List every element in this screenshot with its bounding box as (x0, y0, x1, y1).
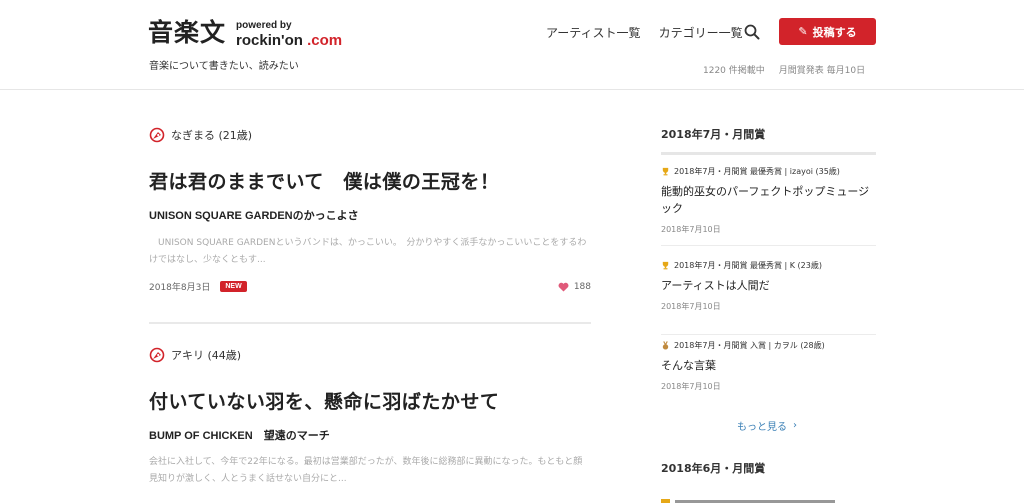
logo-powered-by: powered by rockin'on .com (236, 20, 342, 49)
partial-award-row (661, 499, 835, 503)
main-nav: アーティスト一覧 カテゴリー一覧 (546, 24, 761, 41)
award-label-text: 2018年7月・月間賞 最優秀賞 | izayoi (35歳) (674, 167, 840, 176)
site-header: 音楽文 powered by rockin'on .com 音楽について書きたい… (0, 0, 1024, 90)
article-subtitle: UNISON SQUARE GARDENのかっこよさ (149, 210, 359, 222)
award-title[interactable]: アーティストは人間だ (661, 277, 876, 294)
more-link-label: もっと見る (737, 422, 787, 433)
award-label: 2018年7月・月間賞 最優秀賞 | izayoi (35歳) (661, 166, 876, 177)
like-count-value: 188 (573, 281, 591, 292)
pen-nib-icon (149, 127, 165, 143)
more-awards-link[interactable]: もっと見る › (737, 418, 797, 433)
award-title[interactable]: 能動的巫女のパーフェクトポップミュージック (661, 183, 876, 217)
rockinon-text: rockin'on .com (236, 33, 342, 48)
award-label-text: 2018年7月・月間賞 入賞 | カヲル (28歳) (674, 341, 825, 350)
award-label: 2018年7月・月間賞 入賞 | カヲル (28歳) (661, 340, 876, 351)
award-title[interactable]: そんな言葉 (661, 357, 876, 374)
award-month-heading: 2018年6月・月間賞 (661, 462, 766, 475)
article-subtitle: BUMP OF CHICKEN 望遠のマーチ (149, 430, 330, 442)
award-schedule: 月間賞発表 毎月10日 (778, 66, 866, 76)
award-item[interactable]: 2018年7月・月間賞 最優秀賞 | K (23歳) アーティストは人間だ 20… (661, 260, 876, 335)
award-date: 2018年7月10日 (661, 225, 721, 234)
article-excerpt: UNISON SQUARE GARDENというバンドは、かっこいい。 分かりやす… (149, 238, 587, 265)
nav-category-list[interactable]: カテゴリー一覧 (659, 24, 743, 41)
trophy-icon (662, 167, 669, 176)
article-author[interactable]: なぎまる (21歳) (149, 127, 252, 143)
article-author[interactable]: アキリ (44歳) (149, 347, 241, 363)
pen-nib-icon (149, 347, 165, 363)
powered-by-text: powered by (236, 20, 292, 31)
search-icon[interactable] (744, 24, 760, 40)
new-badge: NEW (220, 281, 247, 292)
post-button-label: 投稿する (812, 25, 857, 39)
award-label: 2018年7月・月間賞 最優秀賞 | K (23歳) (661, 260, 876, 271)
article-excerpt: 会社に入社して、今年で22年になる。最初は営業部だったが、数年後に総務部に異動に… (149, 457, 583, 484)
logo-main-text: 音楽文 (148, 18, 227, 47)
award-label-text: 2018年7月・月間賞 最優秀賞 | K (23歳) (674, 261, 822, 270)
medal-icon (662, 341, 669, 350)
award-date: 2018年7月10日 (661, 302, 721, 311)
nav-artist-list[interactable]: アーティスト一覧 (546, 24, 641, 41)
author-name: なぎまる (21歳) (171, 129, 253, 142)
header-meta: 1220 件掲載中 月間賞発表 毎月10日 (703, 63, 865, 76)
article-title[interactable]: 付いていない羽を、懸命に羽ばたかせて (149, 387, 499, 414)
site-tagline: 音楽について書きたい、読みたい (149, 61, 299, 72)
award-month-heading: 2018年7月・月間賞 (661, 126, 876, 155)
award-item[interactable]: 2018年7月・月間賞 入賞 | カヲル (28歳) そんな言葉 2018年7月… (661, 340, 876, 398)
article-title[interactable]: 君は君のままでいて 僕は僕の王冠を！ (149, 167, 499, 194)
article-meta: 2018年8月3日 NEW 188 (149, 280, 591, 293)
heart-icon (558, 282, 569, 292)
article-card[interactable]: なぎまる (21歳) 君は君のままでいて 僕は僕の王冠を！ UNISON SQU… (149, 90, 591, 324)
award-date: 2018年7月10日 (661, 382, 721, 391)
author-name: アキリ (44歳) (171, 349, 242, 362)
award-item[interactable]: 2018年7月・月間賞 最優秀賞 | izayoi (35歳) 能動的巫女のパー… (661, 166, 876, 246)
post-button[interactable]: ✎ 投稿する (779, 18, 876, 45)
trophy-icon (662, 261, 669, 270)
article-card[interactable]: アキリ (44歳) 付いていない羽を、懸命に羽ばたかせて BUMP OF CHI… (149, 324, 591, 503)
rockinon-dotcom: .com (307, 32, 343, 49)
site-logo[interactable]: 音楽文 powered by rockin'on .com (148, 18, 342, 48)
chevron-right-icon: › (793, 420, 797, 431)
article-date: 2018年8月3日 (149, 283, 211, 293)
like-count[interactable]: 188 (558, 282, 591, 292)
article-list: なぎまる (21歳) 君は君のままでいて 僕は僕の王冠を！ UNISON SQU… (149, 90, 591, 503)
pen-icon: ✎ (798, 25, 808, 38)
article-count: 1220 件掲載中 (703, 66, 765, 76)
rockinon-name: rockin'on (236, 32, 303, 49)
